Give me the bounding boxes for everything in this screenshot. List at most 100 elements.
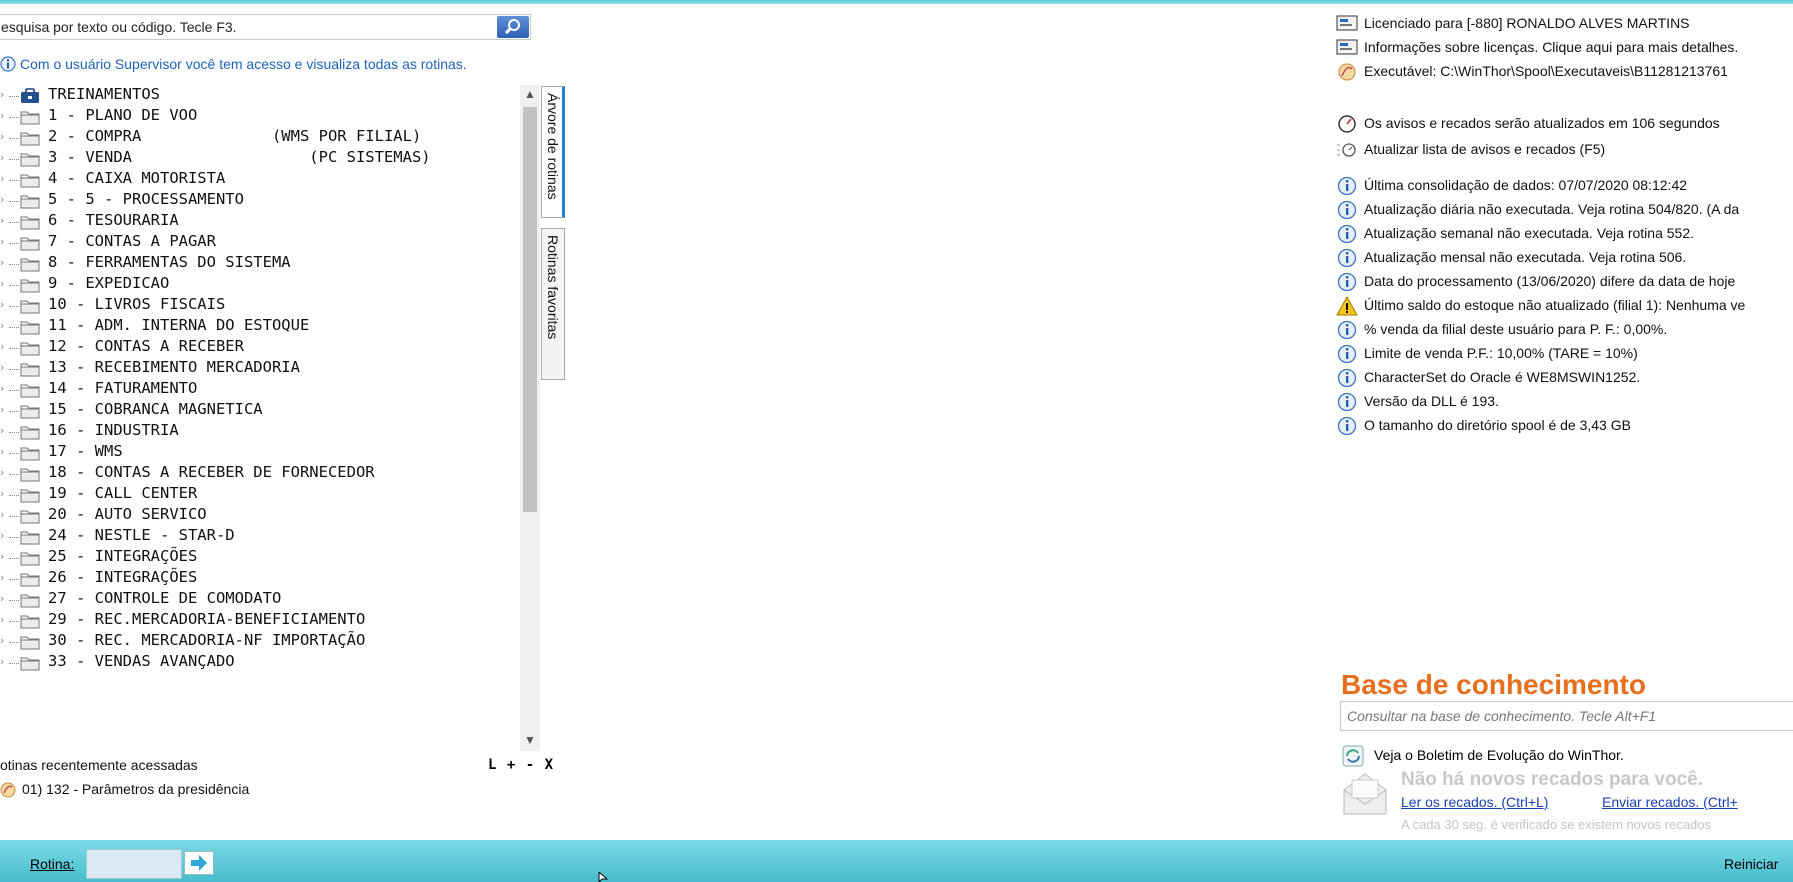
rotina-go-button[interactable]	[184, 851, 214, 875]
info-line-text: Licenciado para [-880] RONALDO ALVES MAR…	[1364, 15, 1690, 31]
tree-connector	[9, 306, 19, 307]
briefcase-icon	[21, 88, 39, 103]
info-icon	[0, 56, 16, 72]
scroll-down-arrow-icon[interactable]: ▼	[524, 733, 536, 747]
info-line-text: Última consolidação de dados: 07/07/2020…	[1364, 177, 1688, 193]
expand-arrow-icon[interactable]: ›	[0, 340, 4, 353]
expand-arrow-icon[interactable]: ›	[0, 529, 4, 542]
expand-arrow-icon[interactable]: ›	[0, 277, 4, 290]
expand-arrow-icon[interactable]: ›	[0, 235, 4, 248]
expand-arrow-icon[interactable]: ›	[0, 382, 4, 395]
tree-connector	[9, 222, 19, 223]
tree-item-label: 30 - REC. MERCADORIA-NF IMPORTAÇÃO	[48, 631, 366, 649]
expand-arrow-icon[interactable]: ›	[0, 109, 4, 122]
tree-connector	[9, 348, 19, 349]
expand-arrow-icon[interactable]: ›	[0, 655, 4, 668]
expand-arrow-icon[interactable]: ›	[0, 172, 4, 185]
expand-arrow-icon[interactable]: ›	[0, 424, 4, 437]
info-line-text: Data do processamento (13/06/2020) difer…	[1364, 273, 1736, 289]
routine-tree[interactable]: › TREINAMENTOS › 1 - PLANO DE VOO › 2 - COMPR…	[0, 85, 515, 750]
tab-favorite-routines[interactable]: Rotinas favoritas	[541, 228, 565, 380]
folder-icon	[20, 195, 40, 209]
expand-arrow-icon[interactable]: ›	[0, 193, 4, 206]
folder-icon	[20, 573, 40, 587]
tree-connector	[9, 264, 19, 265]
tree-item-label: 4 - CAIXA MOTORISTA	[48, 169, 226, 187]
tree-item-label: 5 - 5 - PROCESSAMENTO	[48, 190, 244, 208]
check-interval-note: A cada 30 seg. é verificado se existem n…	[1401, 817, 1712, 832]
expand-arrow-icon[interactable]: ›	[0, 130, 4, 143]
folder-icon	[20, 426, 40, 440]
tree-item-label: 25 - INTEGRAÇÕES	[48, 547, 198, 565]
expand-arrow-icon[interactable]: ›	[0, 466, 4, 479]
folder-icon	[20, 405, 40, 419]
refresh-list-icon	[1337, 143, 1356, 157]
scroll-up-arrow-icon[interactable]: ▲	[524, 87, 536, 101]
tree-item-label: 1 - PLANO DE VOO	[48, 106, 198, 124]
info-icon	[1337, 320, 1357, 340]
tab-routine-tree[interactable]: Árvore de rotinas	[541, 86, 565, 218]
tree-connector	[9, 390, 19, 391]
tree-item-label: 7 - CONTAS A PAGAR	[48, 232, 216, 250]
expand-arrow-icon[interactable]: ›	[0, 298, 4, 311]
expand-arrow-icon[interactable]: ›	[0, 487, 4, 500]
tree-connector	[9, 180, 19, 181]
top-strip	[0, 0, 1793, 4]
routine-search-input[interactable]: esquisa por texto ou código. Tecle F3.	[0, 14, 531, 40]
expand-arrow-icon[interactable]: ›	[0, 508, 4, 521]
folder-icon	[20, 111, 40, 125]
tree-item-label: 18 - CONTAS A RECEBER DE FORNECEDOR	[48, 463, 375, 481]
info-icon	[1337, 248, 1357, 268]
restart-button[interactable]: Reiniciar	[1724, 856, 1778, 872]
expand-arrow-icon[interactable]: ›	[0, 613, 4, 626]
info-line-text: Versão da DLL é 193.	[1364, 393, 1499, 409]
tree-connector	[9, 201, 19, 202]
expand-arrow-icon[interactable]: ›	[0, 550, 4, 563]
tree-item-label: 8 - FERRAMENTAS DO SISTEMA	[48, 253, 291, 271]
expand-arrow-icon[interactable]: ›	[0, 445, 4, 458]
info-icon	[1337, 368, 1357, 388]
tree-scrollbar[interactable]: ▲ ▼	[520, 85, 540, 751]
expand-arrow-icon[interactable]: ›	[0, 634, 4, 647]
tree-connector	[9, 495, 19, 496]
recent-routines-controls[interactable]: L + - X	[488, 757, 554, 773]
tree-connector	[9, 642, 19, 643]
arrow-right-icon	[191, 855, 207, 871]
expand-arrow-icon[interactable]: ›	[0, 151, 4, 164]
expand-arrow-icon[interactable]: ›	[0, 319, 4, 332]
tab-favorite-routines-label: Rotinas favoritas	[545, 235, 561, 340]
send-messages-link[interactable]: Enviar recados. (Ctrl+	[1602, 794, 1738, 810]
search-button[interactable]	[497, 16, 529, 38]
folder-icon	[20, 342, 40, 356]
knowledge-search-input[interactable]: Consultar na base de conhecimento. Tecle…	[1340, 701, 1793, 731]
tree-item-label: 24 - NESTLE - STAR-D	[48, 526, 235, 544]
tree-connector	[9, 621, 19, 622]
folder-icon	[20, 300, 40, 314]
read-messages-link[interactable]: Ler os recados. (Ctrl+L)	[1401, 794, 1548, 810]
recent-routine-item[interactable]: 01) 132 - Parâmetros da presidência	[0, 781, 249, 798]
routine-icon	[0, 782, 16, 798]
expand-arrow-icon[interactable]: ›	[0, 403, 4, 416]
expand-arrow-icon[interactable]: ›	[0, 256, 4, 269]
folder-icon	[20, 237, 40, 251]
license-icon	[1336, 39, 1358, 55]
expand-arrow-icon[interactable]: ›	[0, 571, 4, 584]
scrollbar-thumb[interactable]	[523, 107, 537, 512]
folder-icon	[20, 531, 40, 545]
folder-icon	[20, 468, 40, 482]
boletim-text: Veja o Boletim de Evolução do WinThor.	[1374, 747, 1624, 763]
folder-icon	[20, 447, 40, 461]
expand-arrow-icon[interactable]: ›	[0, 592, 4, 605]
info-icon	[1337, 272, 1357, 292]
tree-connector	[9, 369, 19, 370]
tree-item-label: 14 - FATURAMENTO	[48, 379, 198, 397]
info-icon	[1337, 416, 1357, 436]
recent-routine-label: 01) 132 - Parâmetros da presidência	[22, 781, 250, 797]
recent-routines-title: otinas recentemente acessadas	[0, 757, 198, 773]
folder-icon	[20, 132, 40, 146]
expand-arrow-icon[interactable]: ›	[0, 88, 4, 101]
expand-arrow-icon[interactable]: ›	[0, 214, 4, 227]
tree-item-label: 29 - REC.MERCADORIA-BENEFICIAMENTO	[48, 610, 366, 628]
expand-arrow-icon[interactable]: ›	[0, 361, 4, 374]
rotina-input[interactable]	[86, 849, 182, 879]
